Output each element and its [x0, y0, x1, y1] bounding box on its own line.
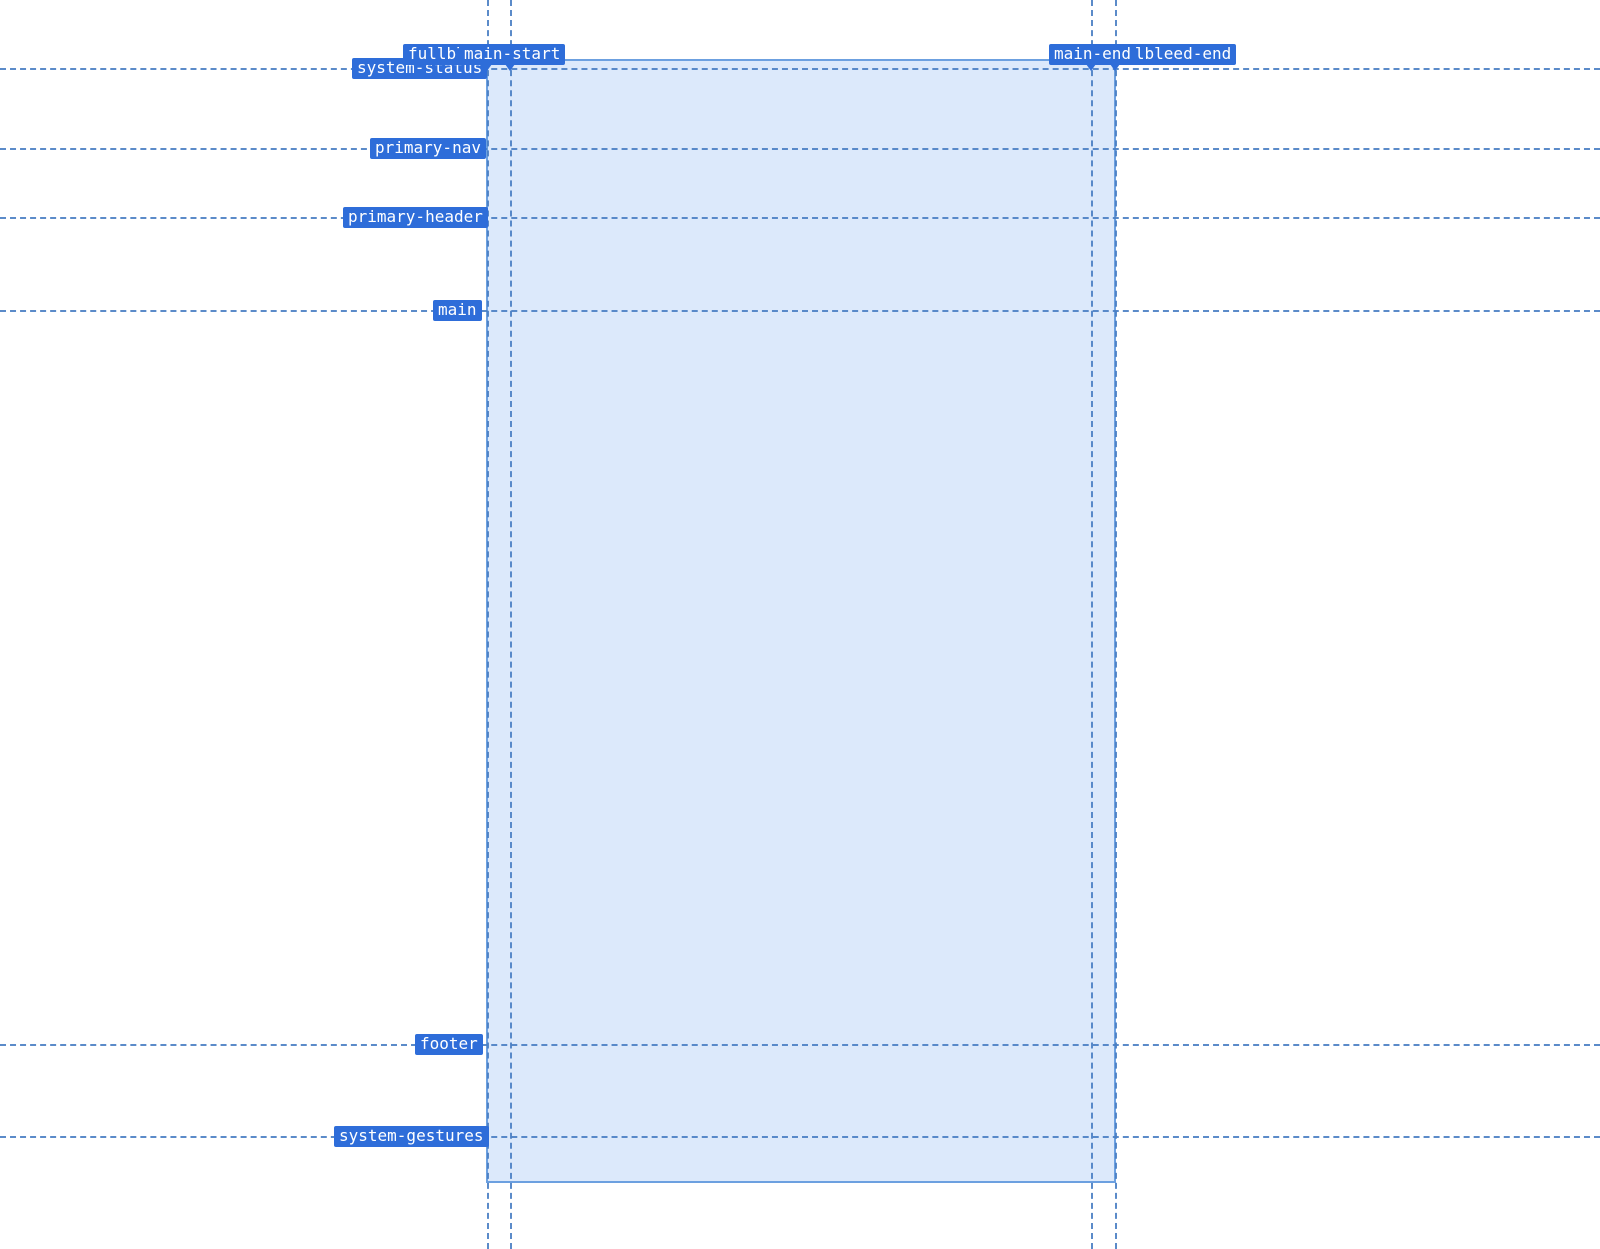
row-line-system-status [0, 68, 1600, 70]
row-line-primary-header [0, 217, 1600, 219]
col-tick-main-start [505, 64, 515, 71]
col-label-main-end: main-end [1049, 44, 1136, 65]
row-label-primary-header: primary-header [343, 207, 488, 228]
col-tick-fullbleed-end [1110, 64, 1120, 71]
row-label-main: main [433, 300, 482, 321]
col-line-fullbleed-end [1115, 0, 1117, 1249]
row-line-primary-nav [0, 148, 1600, 150]
row-label-footer: footer [415, 1034, 483, 1055]
row-line-system-gestures [0, 1136, 1600, 1138]
col-label-main-start: main-start [459, 44, 565, 65]
col-line-fullbleed-start [487, 0, 489, 1249]
col-line-main-start [510, 0, 512, 1249]
col-line-main-end [1091, 0, 1093, 1249]
row-label-primary-nav: primary-nav [370, 138, 486, 159]
row-label-system-gestures: system-gestures [334, 1126, 489, 1147]
col-tick-main-end [1086, 64, 1096, 71]
row-line-footer [0, 1044, 1600, 1046]
row-line-main [0, 310, 1600, 312]
layout-grid-shaded-region [487, 60, 1115, 1182]
